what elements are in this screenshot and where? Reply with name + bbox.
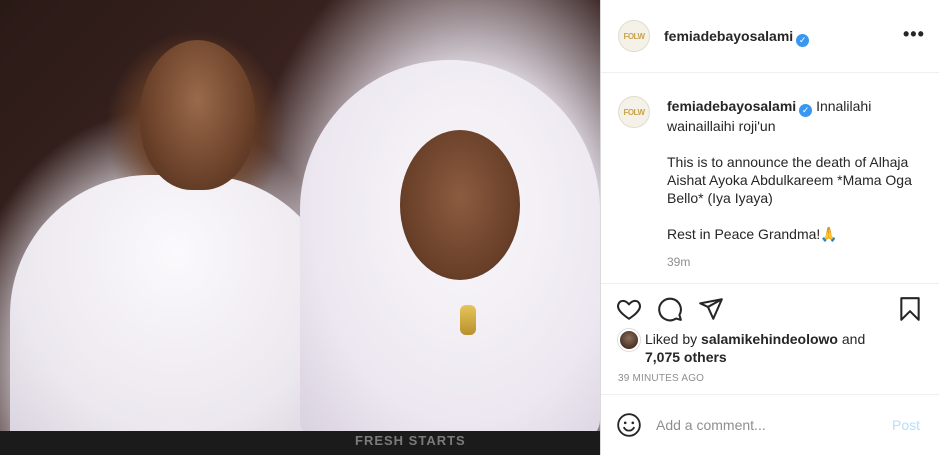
verified-badge-icon: ✓ <box>799 103 813 117</box>
heart-icon[interactable] <box>616 296 642 322</box>
photo-bottom-strip: FRESH STARTS <box>0 431 600 455</box>
add-comment-bar: Post <box>601 394 939 455</box>
caption-avatar[interactable]: FOLW <box>618 96 650 128</box>
liked-by-and: and <box>841 331 866 347</box>
comments-area: FOLW femiadebayosalami ✓ Innalilahi waina… <box>601 73 939 283</box>
caption-age[interactable]: 39m <box>667 255 690 269</box>
header-username-row: femiadebayosalami ✓ <box>664 28 810 47</box>
verified-badge-icon: ✓ <box>796 34 810 47</box>
likes-summary: Liked by salamikehindeolowo and 7,075 ot… <box>645 330 865 366</box>
photo-bottom-text: FRESH STARTS <box>355 433 466 448</box>
header-username[interactable]: femiadebayosalami <box>664 28 793 44</box>
likes-section: Liked by salamikehindeolowo and 7,075 ot… <box>601 325 939 371</box>
caption-line-3: Rest in Peace Grandma!🙏 <box>667 225 838 242</box>
post-timestamp[interactable]: 39 MINUTES AGO <box>618 373 704 384</box>
bookmark-icon[interactable] <box>897 296 923 322</box>
caption-username[interactable]: femiadebayosalami <box>667 98 796 114</box>
liked-by-others[interactable]: 7,075 others <box>645 349 727 365</box>
photo-woman-face <box>400 130 520 280</box>
post-comment-button[interactable]: Post <box>892 417 920 433</box>
emoji-icon[interactable] <box>616 412 642 438</box>
post-header: FOLW femiadebayosalami ✓ ••• <box>601 0 939 73</box>
comment-input[interactable] <box>656 413 876 437</box>
post-caption: femiadebayosalami ✓ Innalilahi wainaillai… <box>667 97 922 243</box>
profile-avatar[interactable]: FOLW <box>618 20 650 52</box>
liker-avatar[interactable] <box>618 329 640 351</box>
photo-pendant <box>460 305 476 335</box>
post-photo[interactable] <box>0 0 600 431</box>
avatar-text: FOLW <box>623 31 645 41</box>
liked-by-prefix: Liked by <box>645 331 698 347</box>
caption-avatar-text: FOLW <box>623 107 645 117</box>
more-options-icon[interactable]: ••• <box>903 24 925 45</box>
comment-bubble-icon[interactable] <box>657 296 683 322</box>
liked-by-user[interactable]: salamikehindeolowo <box>701 331 838 347</box>
caption-line-2: This is to announce the death of Alhaja … <box>667 153 912 206</box>
post-side-panel: FOLW femiadebayosalami ✓ ••• FOLW femiade… <box>600 0 939 455</box>
photo-man-robe <box>10 175 340 431</box>
share-icon[interactable] <box>698 296 724 322</box>
photo-man-head <box>140 40 255 190</box>
